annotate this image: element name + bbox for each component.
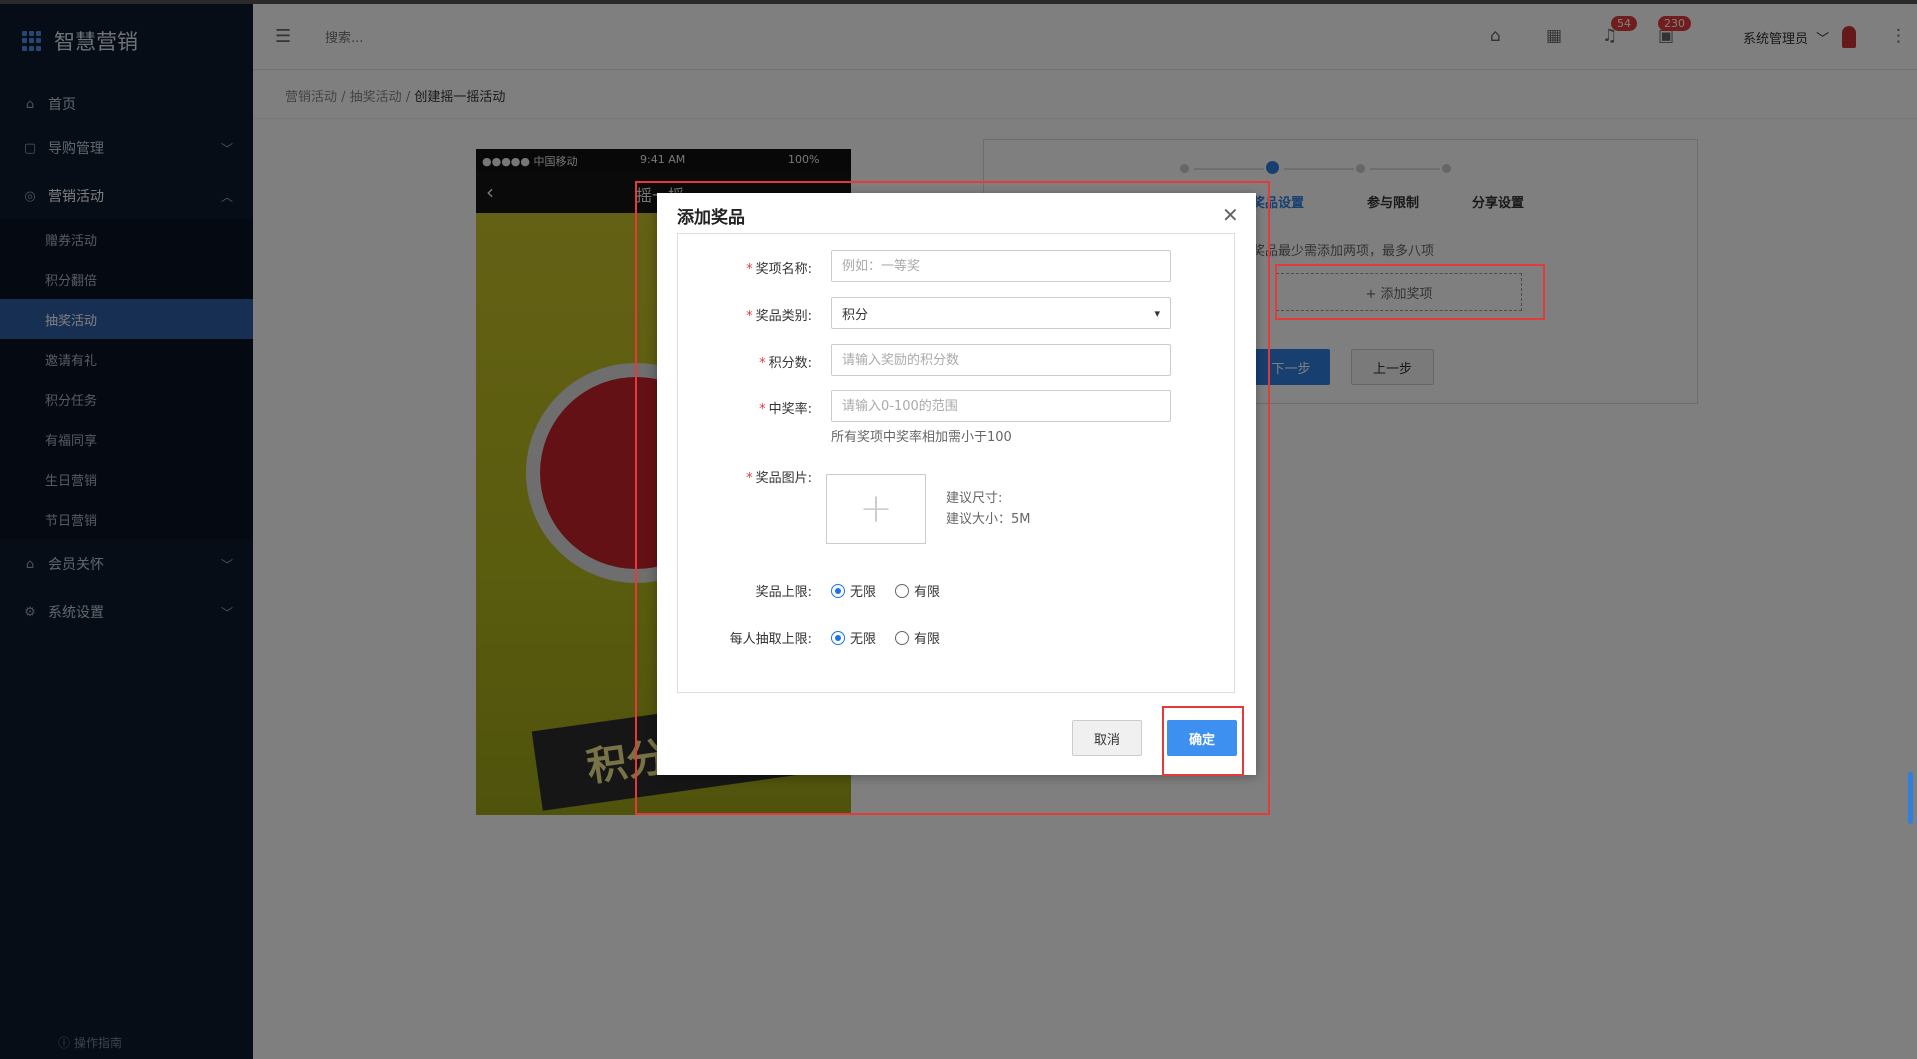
dialog-title: 添加奖品: [677, 208, 745, 228]
prize-category-label: * 奖品类别:: [746, 309, 812, 324]
per-person-unlimited-radio[interactable]: 无限: [831, 628, 876, 647]
per-person-limit-label: 每人抽取上限:: [729, 632, 812, 647]
prize-limit-limited-radio[interactable]: 有限: [895, 581, 940, 600]
image-size-hint: 建议尺寸:: [946, 491, 1003, 506]
category-selected-value: 积分: [842, 307, 869, 323]
win-rate-hint: 所有奖项中奖率相加需小于100: [831, 430, 1012, 445]
cancel-button[interactable]: 取消: [1072, 720, 1142, 756]
image-upload-box[interactable]: +: [826, 474, 926, 544]
points-label: * 积分数:: [759, 356, 812, 371]
win-rate-label: * 中奖率:: [759, 402, 812, 417]
chevron-down-icon: ▾: [1154, 306, 1160, 320]
prize-name-label: * 奖项名称:: [746, 262, 812, 277]
points-input[interactable]: [831, 344, 1171, 376]
plus-icon: +: [859, 486, 893, 532]
prize-name-input[interactable]: [831, 250, 1171, 282]
prize-category-select[interactable]: 积分 ▾: [831, 297, 1171, 329]
prize-limit-unlimited-radio[interactable]: 无限: [831, 581, 876, 600]
prize-limit-label: 奖品上限:: [755, 585, 812, 600]
image-weight-hint: 建议大小：5M: [946, 512, 1031, 527]
scrollbar-thumb[interactable]: [1908, 772, 1913, 824]
highlight-confirm: [1162, 706, 1244, 776]
prize-image-label: * 奖品图片:: [746, 471, 812, 486]
close-icon[interactable]: ✕: [1222, 203, 1239, 227]
per-person-limited-radio[interactable]: 有限: [895, 628, 940, 647]
highlight-add-prize: [1275, 264, 1545, 320]
win-rate-input[interactable]: [831, 390, 1171, 422]
